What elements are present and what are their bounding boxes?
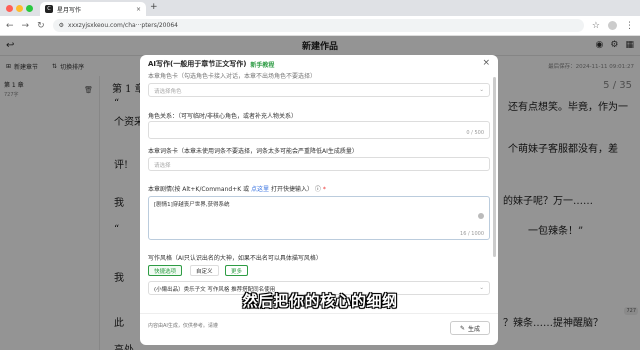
style-tab-custom[interactable]: 自定义 <box>190 265 219 276</box>
browser-toolbar: ← → ↻ ⚙ xxxzyjsxkeou.com/cha···pters/200… <box>0 16 640 36</box>
generate-button[interactable]: ✎ 生成 <box>450 321 490 335</box>
style-tab-more[interactable]: 更多 <box>225 265 249 276</box>
quick-input-link[interactable]: 点这里 <box>251 186 269 193</box>
profile-avatar[interactable] <box>608 21 617 30</box>
browser-tab-strip: C 星月写作 × + <box>0 0 640 16</box>
help-circle-icon[interactable]: ⓘ <box>315 186 321 193</box>
role-card-label: 本章角色卡（勾选角色卡接入对话，本章不出场角色不要选择） <box>148 73 317 80</box>
window-minimize-button[interactable] <box>16 5 23 12</box>
dialog-scrollbar[interactable] <box>493 77 496 257</box>
window-close-button[interactable] <box>6 5 13 12</box>
close-icon[interactable]: × <box>482 58 490 68</box>
new-tab-button[interactable]: + <box>150 2 158 12</box>
window-maximize-button[interactable] <box>26 5 33 12</box>
relation-textarea[interactable]: 0 / 500 <box>148 121 490 139</box>
dialog-footer: 内容由AI生成，仅供参考。请遵 ✎ 生成 <box>140 313 498 345</box>
chevron-down-icon: ⌄ <box>479 87 484 93</box>
glossary-select[interactable]: 请选择 <box>148 157 490 171</box>
tab-close-icon[interactable]: × <box>136 6 141 13</box>
browser-tab[interactable]: C 星月写作 × <box>40 2 146 16</box>
tutorial-link[interactable]: 新手教程 <box>250 60 274 69</box>
browser-menu-icon[interactable]: ⋮ <box>625 21 634 31</box>
back-icon[interactable]: ← <box>6 21 14 31</box>
relation-counter: 0 / 500 <box>466 130 484 136</box>
address-bar[interactable]: ⚙ xxxzyjsxkeou.com/cha···pters/20064 <box>52 19 584 32</box>
tab-title: 星月写作 <box>57 6 82 14</box>
ai-disclaimer: 内容由AI生成，仅供参考。请遵 <box>148 323 218 329</box>
site-favicon-icon: C <box>45 5 53 13</box>
reload-icon[interactable]: ↻ <box>37 21 45 31</box>
pencil-icon: ✎ <box>459 324 465 332</box>
plot-counter: 16 / 1000 <box>460 231 484 237</box>
dialog-title: AI写作(一般用于章节正文写作) <box>148 60 247 68</box>
glossary-label: 本章词条卡（本章未使用词条不要选择，词条太多可能会严重降低AI生成质量） <box>148 148 358 155</box>
forward-icon[interactable]: → <box>22 21 30 31</box>
relation-label: 角色关系：（可写临时/非核心角色，或者补充人物关系） <box>148 113 298 120</box>
style-tab-quick[interactable]: 快捷选项 <box>148 265 183 276</box>
clear-input-icon[interactable] <box>478 213 484 219</box>
site-info-icon[interactable]: ⚙ <box>59 22 64 29</box>
style-label: 写作风格（AI只认识出名的大神，如果不出名可以具体描写风格） <box>148 255 322 262</box>
plot-textarea[interactable]: [剧情1]穿越丧尸世界,获得系统 16 / 1000 <box>148 196 490 240</box>
url-text: xxxzyjsxkeou.com/cha···pters/20064 <box>68 22 178 29</box>
role-select[interactable]: 请选择角色 ⌄ <box>148 83 490 97</box>
plot-label: 本章剧情(按 Alt+K/Command+K 或 点这里 打开快捷输入） ⓘ * <box>148 186 326 193</box>
video-subtitle: 然后把你的核心的细纲 <box>242 292 398 310</box>
bookmark-star-icon[interactable]: ☆ <box>592 21 600 31</box>
